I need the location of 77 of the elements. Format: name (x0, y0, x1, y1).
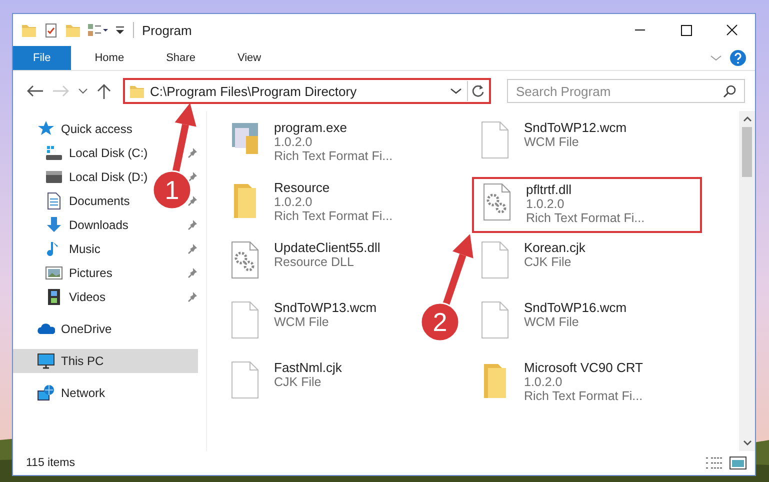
monitor-icon (37, 352, 55, 370)
sidebar-item[interactable]: Pictures (45, 261, 112, 285)
pin-icon[interactable] (186, 219, 198, 231)
picture-icon (45, 264, 63, 282)
sidebar-item[interactable]: Local Disk (D:) (45, 165, 148, 189)
sidebar-item[interactable]: Quick access (37, 117, 132, 141)
file-detail: Rich Text Format Fi... (274, 149, 393, 163)
window-title: Program (142, 22, 193, 38)
ribbon-tab[interactable]: Home (76, 46, 142, 70)
sidebar-item[interactable]: OneDrive (37, 317, 112, 341)
sidebar-item[interactable]: Videos (45, 285, 106, 309)
file-name[interactable]: FastNml.cjk (274, 360, 342, 375)
callout-badge (420, 302, 460, 342)
drive-icon (45, 168, 63, 186)
item-count: 115 items (26, 457, 76, 469)
file-name[interactable]: SndToWP16.wcm (524, 300, 627, 315)
file-name[interactable]: Microsoft VC90 CRT (524, 360, 643, 375)
file-detail: WCM File (524, 135, 580, 149)
file-name[interactable]: UpdateClient55.dll (274, 240, 380, 255)
sidebar-item[interactable]: Music (45, 237, 100, 261)
pin-icon[interactable] (186, 171, 198, 183)
file-detail: CJK File (274, 375, 322, 389)
file-detail: WCM File (524, 315, 580, 329)
sidebar-item[interactable]: Downloads (45, 213, 128, 237)
sidebar-item[interactable]: This PC (13, 349, 198, 373)
pin-icon[interactable] (186, 267, 198, 279)
search-icon[interactable] (723, 84, 737, 98)
document-icon (45, 192, 63, 210)
sidebar-item[interactable]: Documents (45, 189, 130, 213)
pin-icon[interactable] (186, 243, 198, 255)
file-name[interactable]: SndToWP12.wcm (524, 120, 627, 135)
search-field[interactable]: Search Program (507, 79, 745, 103)
callout-number: 1 (164, 175, 180, 205)
address-field[interactable]: C:\Program Files\Program Directory (123, 78, 491, 104)
help-icon[interactable] (729, 49, 747, 67)
scrollbar[interactable] (739, 111, 755, 451)
large-icons-view-icon[interactable] (729, 456, 747, 470)
pin-icon[interactable] (186, 147, 198, 159)
download-icon (45, 216, 63, 234)
file-detail: 1.0.2.0 (524, 375, 564, 389)
film-icon (45, 288, 63, 306)
file-name[interactable]: pfltrtf.dll (526, 182, 645, 197)
dropdown-icon[interactable] (450, 86, 462, 96)
sidebar-item[interactable]: Network (37, 381, 106, 405)
scroll-thumb[interactable] (742, 127, 752, 177)
folder-icon (129, 83, 145, 99)
file-detail: 1.0.2.0 (526, 197, 566, 211)
file-detail: Resource DLL (274, 255, 355, 269)
drive-icon (45, 144, 63, 162)
file-detail: Rich Text Format Fi... (526, 211, 645, 225)
callout-number: 2 (432, 307, 448, 337)
ribbon-tab[interactable]: View (219, 46, 280, 70)
sidebar-item[interactable]: Local Disk (C:) (45, 141, 148, 165)
up-icon[interactable] (95, 82, 113, 100)
callout-arrow (172, 103, 196, 174)
star-icon (37, 120, 55, 138)
chevron-down-icon[interactable] (709, 53, 723, 63)
file-name[interactable]: program.exe (274, 120, 393, 135)
view-icon[interactable] (87, 22, 109, 38)
file-name[interactable]: SndToWP13.wcm (274, 300, 377, 315)
file-detail: CJK File (524, 255, 572, 269)
file-detail: Rich Text Format Fi... (274, 209, 393, 223)
callout-badge (152, 170, 192, 210)
properties-icon[interactable] (43, 22, 59, 38)
ribbon-tab[interactable]: File (13, 46, 71, 70)
network-icon (37, 384, 55, 402)
file-detail: WCM File (274, 315, 330, 329)
details-view-icon[interactable] (705, 456, 723, 470)
file-name[interactable]: Resource (274, 180, 393, 195)
back-icon[interactable] (25, 83, 45, 99)
file-detail: Rich Text Format Fi... (524, 389, 643, 403)
ribbon-tab[interactable]: Share (148, 46, 214, 70)
file-detail: 1.0.2.0 (274, 135, 314, 149)
file-name[interactable]: Korean.cjk (524, 240, 586, 255)
file-detail: 1.0.2.0 (274, 195, 314, 209)
pin-icon[interactable] (186, 195, 198, 207)
pin-icon[interactable] (186, 291, 198, 303)
